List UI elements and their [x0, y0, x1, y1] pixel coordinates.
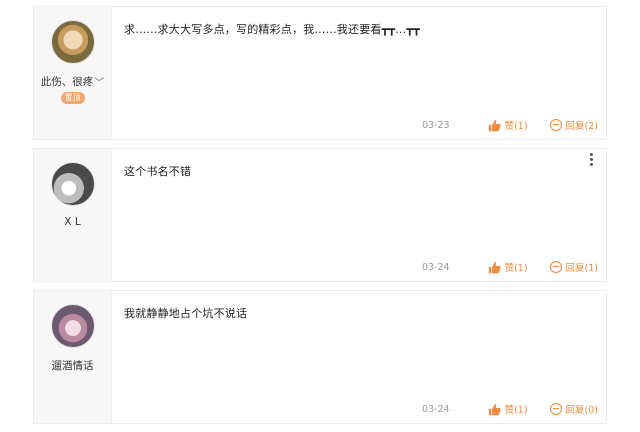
comment-user-panel: 遛酒情话	[34, 291, 112, 423]
avatar[interactable]	[50, 20, 95, 64]
comment-footer: 03-24 赞(1) 回复(0)	[422, 402, 598, 416]
like-count: 赞(1)	[504, 263, 528, 274]
comment-text: 我就静静地占个坑不说话	[124, 307, 248, 320]
comment-list: 此伤、很疼 ﹀ 置顶 求……求大大写多点，写的精彩点，我……我还要看┳┳...┳┳…	[33, 6, 607, 432]
comment-body: 我就静静地占个坑不说话 03-24 赞(1) 回复(0)	[112, 291, 606, 423]
avatar[interactable]	[50, 304, 95, 348]
comment-text: 求……求大大写多点，写的精彩点，我……我还要看┳┳...┳┳	[124, 23, 420, 36]
comment-footer: 03-23 赞(1) 回复(2)	[422, 118, 598, 132]
comment-date: 03-24	[421, 403, 450, 415]
comment-card: 遛酒情话 我就静静地占个坑不说话 03-24 赞(1) 回复(0)	[33, 290, 607, 424]
comment-user-panel: X L	[34, 149, 112, 281]
username[interactable]: X L	[64, 216, 80, 228]
reply-icon	[549, 403, 562, 415]
thumbs-up-icon	[488, 403, 501, 415]
comment-user-panel: 此伤、很疼 ﹀ 置顶	[34, 7, 112, 139]
like-button[interactable]: 赞(1)	[488, 260, 528, 274]
thumbs-up-icon	[488, 261, 501, 273]
reply-count: 回复(2)	[565, 121, 598, 132]
chevron-down-icon[interactable]: ﹀	[94, 74, 104, 89]
like-button[interactable]: 赞(1)	[488, 118, 528, 132]
comment-body: 求……求大大写多点，写的精彩点，我……我还要看┳┳...┳┳ 03-23 赞(1…	[112, 7, 606, 139]
comment-text: 这个书名不错	[124, 165, 192, 178]
username[interactable]: 此伤、很疼 ﹀	[41, 74, 105, 89]
avatar[interactable]	[50, 162, 95, 206]
username[interactable]: 遛酒情话	[52, 358, 94, 373]
comment-date: 03-23	[421, 119, 450, 131]
reply-button[interactable]: 回复(1)	[549, 260, 598, 274]
more-vertical-icon[interactable]	[587, 153, 595, 166]
comment-date: 03-24	[421, 261, 450, 273]
comment-card: 此伤、很疼 ﹀ 置顶 求……求大大写多点，写的精彩点，我……我还要看┳┳...┳┳…	[33, 6, 607, 140]
reply-icon	[549, 261, 562, 273]
reply-button[interactable]: 回复(0)	[549, 402, 598, 416]
comment-body: 这个书名不错 03-24 赞(1) 回复(1)	[112, 149, 606, 281]
like-button[interactable]: 赞(1)	[488, 402, 528, 416]
username-label: X L	[64, 216, 81, 228]
like-count: 赞(1)	[504, 121, 528, 132]
username-label: 遛酒情话	[51, 360, 94, 372]
reply-icon	[549, 119, 562, 131]
comment-footer: 03-24 赞(1) 回复(1)	[422, 260, 598, 274]
thumbs-up-icon	[488, 119, 501, 131]
username-label: 此伤、很疼	[40, 76, 94, 88]
pinned-badge: 置顶	[60, 92, 85, 104]
reply-count: 回复(1)	[565, 263, 598, 274]
reply-button[interactable]: 回复(2)	[549, 118, 598, 132]
like-count: 赞(1)	[504, 405, 528, 416]
reply-count: 回复(0)	[565, 405, 598, 416]
comment-card: X L 这个书名不错 03-24 赞(1) 回复(1)	[33, 148, 607, 282]
